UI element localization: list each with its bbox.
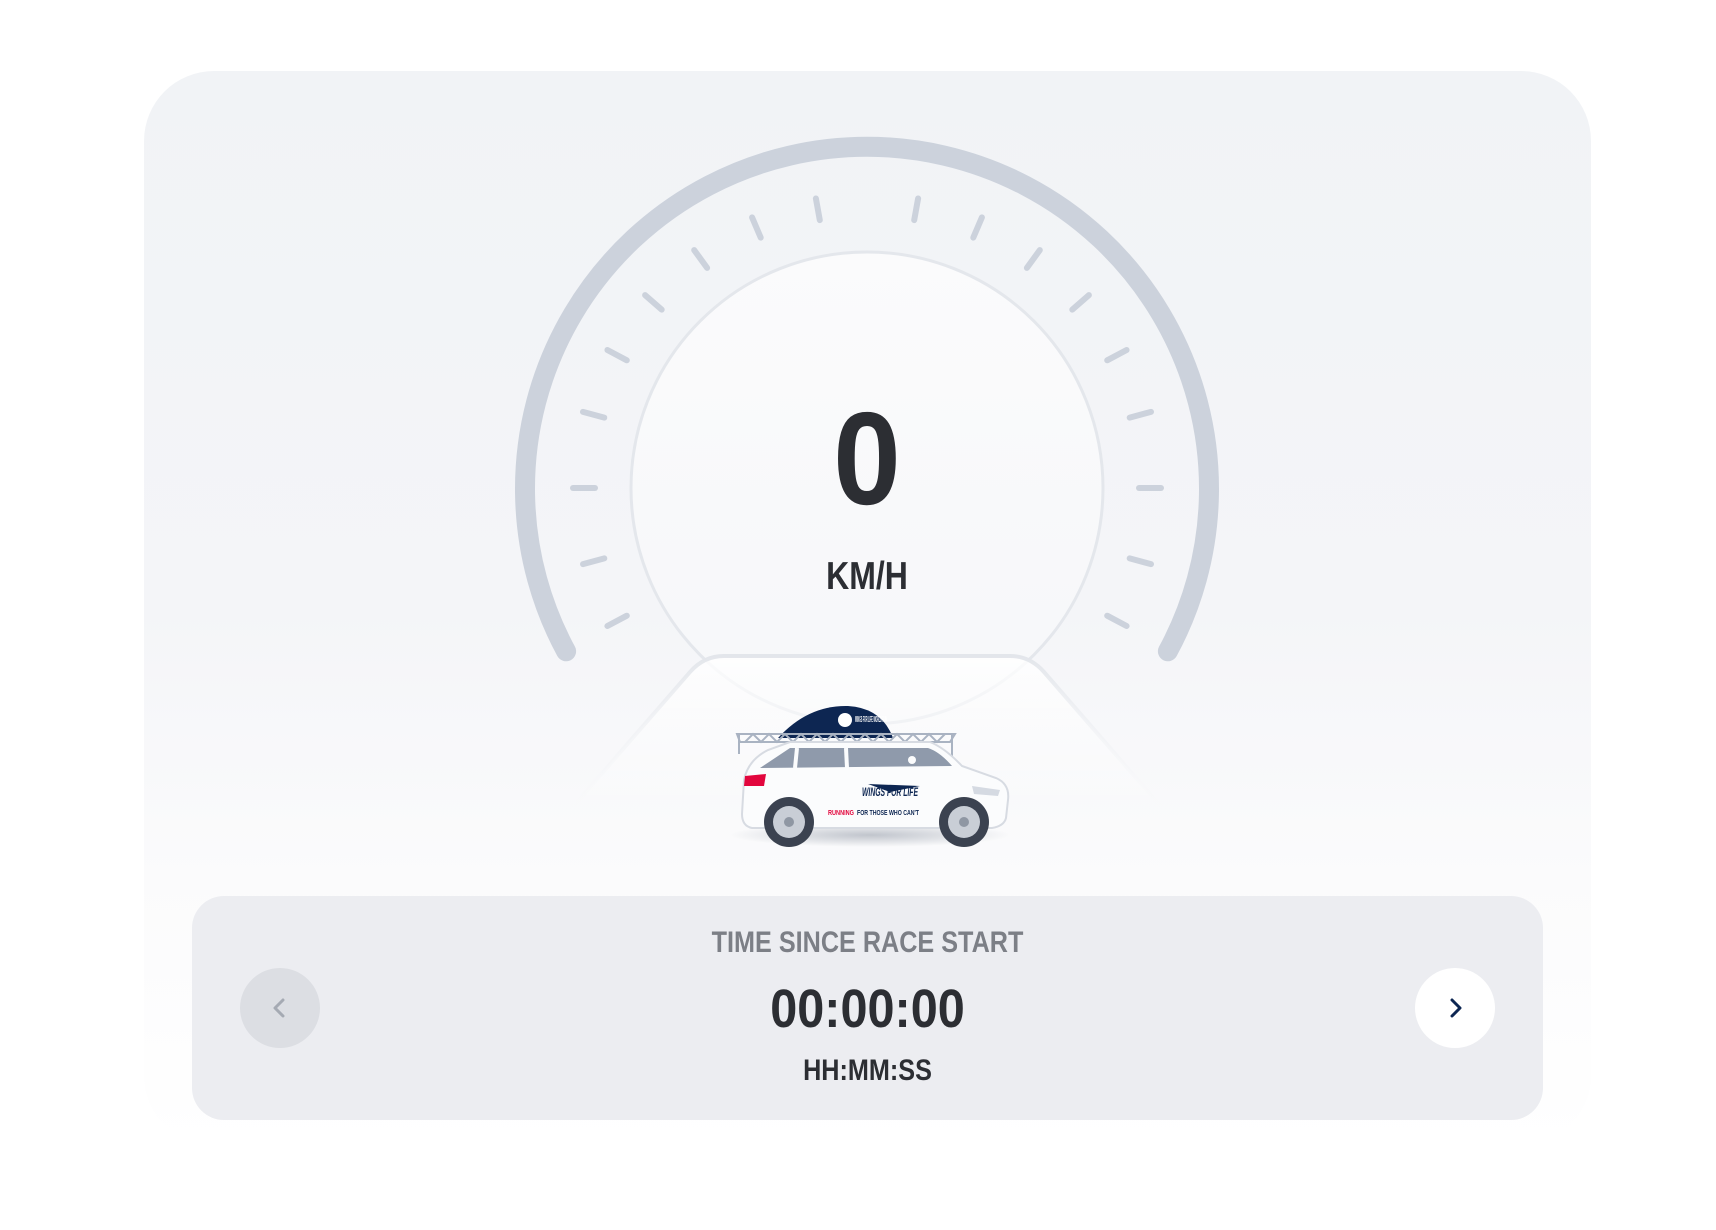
race-time: 00:00:00 (770, 979, 965, 1039)
roof-logo-text: WINGS FOR LIFE WORLD RUN (855, 715, 887, 724)
chevron-right-icon (1450, 998, 1462, 1018)
slogan-highlight: RUNNING (828, 810, 854, 817)
gauge-tick (1104, 612, 1130, 629)
gauge-tick (1126, 408, 1154, 421)
car-windows (760, 748, 952, 768)
gauge-tick (1023, 247, 1043, 271)
gauge-tick (604, 347, 630, 364)
door-logo-text: WINGS FOR LIFE (862, 785, 919, 799)
gauge-tick (580, 408, 608, 421)
rear-wheel (764, 797, 814, 847)
gauge-tick (812, 195, 823, 224)
gauge-tick (642, 292, 665, 313)
gauge-tick (1069, 292, 1092, 313)
slogan-rest: FOR THOSE WHO CAN'T (857, 810, 920, 817)
gauge-tick (691, 247, 711, 271)
speed-unit: KM/H (826, 555, 908, 598)
gauge-tick (604, 612, 630, 629)
time-format: HH:MM:SS (803, 1054, 932, 1087)
gauge-tick (970, 214, 985, 241)
gauge-tick (1104, 347, 1130, 364)
gauge-tick (1126, 555, 1154, 568)
info-caption: TIME SINCE RACE START (711, 926, 1024, 959)
race-info-panel: TIME SINCE RACE START 00:00:00 HH:MM:SS (192, 896, 1543, 1120)
gauge-tick (911, 195, 922, 224)
gauge-tick (580, 555, 608, 568)
speed-value: 0 (833, 385, 901, 532)
door-logo: WINGS FOR LIFE (862, 784, 920, 799)
next-button[interactable] (1415, 968, 1495, 1048)
gauge-tick (749, 214, 764, 241)
front-wheel (939, 797, 989, 847)
